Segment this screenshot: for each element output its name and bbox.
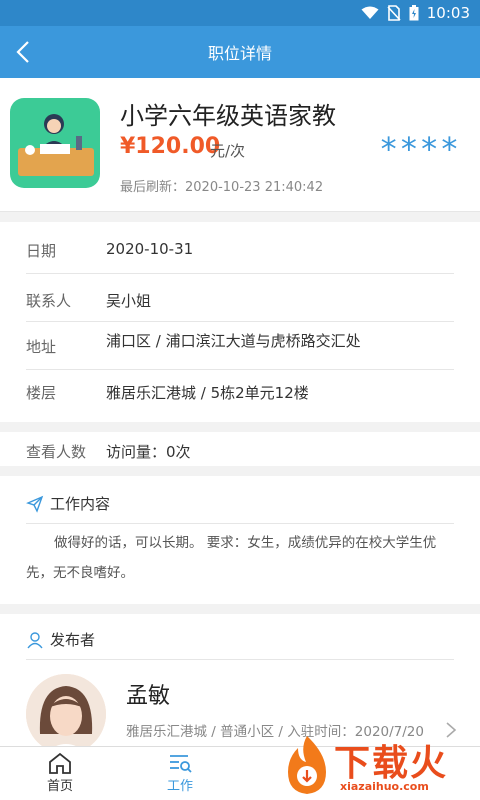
wifi-icon xyxy=(361,6,379,19)
detail-label: 联系人 xyxy=(26,292,72,310)
detail-row-contact: 联系人 吴小姐 xyxy=(26,274,454,322)
view-count-value: 访问量：0次 xyxy=(106,443,191,461)
tab-job-label: 工作 xyxy=(166,779,193,794)
publisher-section[interactable]: 发布者 孟敏 雅居乐汇港城 / 普通小区 / 入驻时间：2020/7/20 xyxy=(0,614,480,754)
tab-home[interactable]: 首页 xyxy=(30,751,90,797)
home-icon xyxy=(49,752,71,774)
work-content-heading: 工作内容 xyxy=(50,495,111,513)
view-count-row: 查看人数 访问量：0次 xyxy=(0,432,480,466)
status-time: 10:03 xyxy=(426,4,470,22)
detail-value: 2020-10-31 xyxy=(106,240,194,258)
rating-stars: **** xyxy=(378,130,460,168)
no-sim-icon xyxy=(387,5,401,21)
last-refresh-label: 最后刷新： xyxy=(120,180,186,195)
detail-row-date: 日期 2020-10-31 xyxy=(26,222,454,274)
view-count-label: 查看人数 xyxy=(26,443,87,461)
watermark: 下载火 xiazaihuo.com xyxy=(282,732,480,800)
tab-home-label: 首页 xyxy=(46,779,73,794)
send-icon xyxy=(26,495,44,513)
battery-icon xyxy=(409,5,419,21)
publisher-name: 孟敏 xyxy=(126,684,171,709)
teacher-illustration-icon xyxy=(18,114,94,176)
job-price: ¥120.00 xyxy=(120,134,221,159)
detail-label: 楼层 xyxy=(26,384,57,402)
job-details: 日期 2020-10-31 联系人 吴小姐 地址 浦口区 / 浦口滨江大道与虎桥… xyxy=(0,222,480,422)
flame-logo-icon xyxy=(288,736,326,794)
work-content-section: 工作内容 做得好的话，可以长期。 要求：女生，成绩优异的在校大学生优先，无不良嗜… xyxy=(0,476,480,604)
job-list-icon xyxy=(170,755,192,773)
detail-label: 日期 xyxy=(26,242,57,260)
job-logo xyxy=(10,98,100,188)
last-refresh: 最后刷新：2020-10-23 21:40:42 xyxy=(120,176,323,195)
detail-value: 浦口区 / 浦口滨江大道与虎桥路交汇处 xyxy=(106,332,361,350)
detail-value: 雅居乐汇港城 / 5栋2单元12楼 xyxy=(106,384,309,402)
publisher-header: 发布者 xyxy=(26,620,454,660)
price-unit: 元/次 xyxy=(210,142,246,160)
detail-row-address: 地址 浦口区 / 浦口滨江大道与虎桥路交汇处 xyxy=(26,322,454,370)
tab-job[interactable]: 工作 xyxy=(150,751,210,797)
detail-value: 吴小姐 xyxy=(106,292,152,310)
job-summary-card: 小学六年级英语家教 ¥120.00 元/次 **** 最后刷新：2020-10-… xyxy=(0,78,480,212)
page-title: 职位详情 xyxy=(207,44,272,63)
status-bar: 10:03 xyxy=(0,0,480,26)
detail-label: 地址 xyxy=(26,338,57,356)
user-icon xyxy=(27,631,43,648)
app-bar: 职位详情 xyxy=(0,26,480,78)
work-description: 做得好的话，可以长期。 要求：女生，成绩优异的在校大学生优先，无不良嗜好。 xyxy=(26,535,437,581)
detail-row-floor: 楼层 雅居乐汇港城 / 5栋2单元12楼 xyxy=(26,370,454,422)
watermark-text: 下载火 xyxy=(334,743,449,784)
publisher-heading: 发布者 xyxy=(50,631,96,649)
publisher-avatar[interactable] xyxy=(26,674,106,754)
work-content-header: 工作内容 xyxy=(26,484,454,524)
watermark-url: xiazaihuo.com xyxy=(340,780,429,793)
last-refresh-value: 2020-10-23 21:40:42 xyxy=(185,180,324,195)
avatar-portrait-icon xyxy=(26,674,106,754)
back-arrow-icon[interactable] xyxy=(10,38,40,66)
job-title: 小学六年级英语家教 xyxy=(120,102,336,130)
